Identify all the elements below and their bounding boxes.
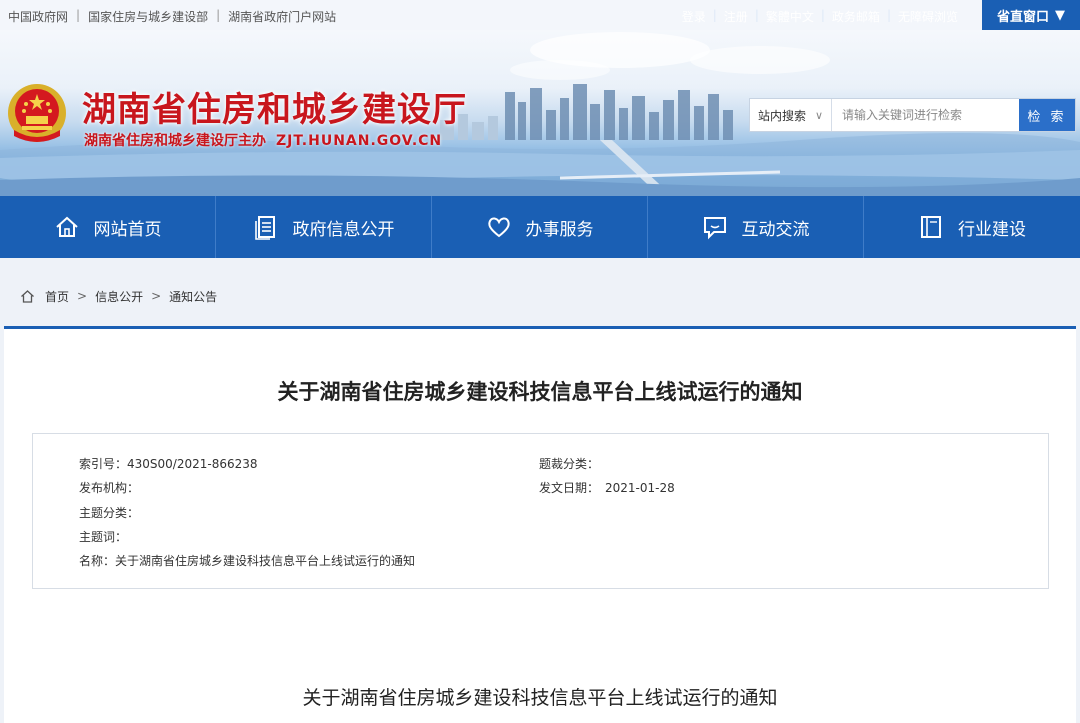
- search-input[interactable]: [832, 99, 1019, 131]
- home-icon: [55, 216, 78, 237]
- meta-index-label: 索引号：: [79, 457, 128, 471]
- province-window-button[interactable]: 省直窗口 ▼: [982, 0, 1080, 30]
- home-icon: [21, 289, 34, 303]
- site-title: 湖南省住房和城乡建设厅: [82, 90, 467, 130]
- search-scope-label: 站内搜索: [758, 108, 807, 123]
- document-metadata-box: 索引号：430S00/2021-866238 题裁分类： 发布机构： 发文日期：…: [32, 433, 1049, 589]
- traditional-chinese-link[interactable]: 繁體中文: [766, 8, 814, 25]
- meta-subject-label: 主题分类：: [79, 506, 140, 520]
- meta-index: 索引号：430S00/2021-866238: [79, 455, 258, 472]
- article-panel: 关于湖南省住房城乡建设科技信息平台上线试运行的通知 索引号：430S00/202…: [4, 326, 1076, 723]
- site-domain: ZJT.HUNAN.GOV.CN: [276, 133, 443, 149]
- separator: |: [886, 8, 891, 22]
- meta-name: 名称：关于湖南省住房城乡建设科技信息平台上线试运行的通知: [79, 552, 415, 569]
- nav-item-label: 办事服务: [525, 219, 594, 240]
- link-gov-cn[interactable]: 中国政府网: [8, 8, 68, 25]
- accessibility-link[interactable]: 无障碍浏览: [898, 8, 958, 25]
- meta-publisher-label: 发布机构：: [79, 481, 140, 495]
- search-scope-select[interactable]: 站内搜索 ∨: [750, 99, 832, 131]
- meta-keyword: 主题词：: [79, 528, 127, 545]
- header-banner: 湖南省住房和城乡建设厅 湖南省住房和城乡建设厅主办 ZJT.HUNAN.GOV.C…: [0, 30, 1080, 196]
- separator: |: [820, 8, 825, 22]
- meta-date-value: 2021-01-28: [605, 481, 675, 495]
- chevron-right-icon: >: [77, 289, 88, 303]
- breadcrumb: 首页 > 信息公开 > 通知公告: [0, 276, 1080, 316]
- book-icon: [921, 216, 941, 238]
- gov-mail-link[interactable]: 政务邮箱: [832, 8, 880, 25]
- document-icon: [254, 216, 275, 240]
- nav-item-home[interactable]: 网站首页: [0, 196, 216, 258]
- meta-name-label: 名称：: [79, 554, 116, 568]
- nav-item-label: 网站首页: [93, 219, 162, 240]
- register-link[interactable]: 注册: [724, 8, 748, 25]
- search-box: 站内搜索 ∨ 检 索: [749, 98, 1076, 132]
- site-subtitle: 湖南省住房和城乡建设厅主办 ZJT.HUNAN.GOV.CN: [84, 130, 442, 150]
- sponsor-text: 湖南省住房和城乡建设厅主办: [84, 133, 266, 149]
- meta-name-value: 关于湖南省住房城乡建设科技信息平台上线试运行的通知: [115, 554, 416, 568]
- nav-item-industry[interactable]: 行业建设: [864, 196, 1080, 258]
- search-button[interactable]: 检 索: [1019, 99, 1075, 131]
- meta-topic-class: 题裁分类：: [539, 455, 599, 472]
- separator: |: [76, 8, 81, 22]
- link-hunan-gov[interactable]: 湖南省政府门户网站: [228, 8, 336, 25]
- top-bar: 中国政府网 | 国家住房与城乡建设部 | 湖南省政府门户网站 登录 | 注册 |…: [0, 0, 1080, 30]
- main-nav: 网站首页 政府信息公开 办事服务 互动交流 行业建设: [0, 196, 1080, 258]
- separator: |: [216, 8, 221, 22]
- nav-item-label: 政府信息公开: [292, 219, 395, 240]
- national-emblem-icon: [8, 84, 66, 142]
- article-title: 关于湖南省住房城乡建设科技信息平台上线试运行的通知: [277, 380, 803, 404]
- external-links: 中国政府网 | 国家住房与城乡建设部 | 湖南省政府门户网站: [8, 8, 336, 25]
- meta-date: 发文日期： 2021-01-28: [539, 479, 675, 496]
- article-body-heading: 关于湖南省住房城乡建设科技信息平台上线试运行的通知: [302, 687, 778, 709]
- meta-date-label: 发文日期：: [539, 481, 600, 495]
- meta-subject: 主题分类：: [79, 504, 139, 521]
- meta-keyword-label: 主题词：: [79, 530, 128, 544]
- breadcrumb-notices[interactable]: 通知公告: [169, 288, 217, 305]
- heart-icon: [487, 217, 510, 238]
- province-window-label: 省直窗口: [996, 9, 1049, 25]
- chevron-right-icon: >: [151, 289, 162, 303]
- chat-icon: [703, 217, 726, 240]
- meta-publisher: 发布机构：: [79, 479, 139, 496]
- nav-item-label: 互动交流: [741, 219, 810, 240]
- user-links: 登录 | 注册 | 繁體中文 | 政务邮箱 | 无障碍浏览: [682, 8, 958, 25]
- nav-item-label: 行业建设: [958, 219, 1026, 240]
- separator: |: [754, 8, 759, 22]
- link-mohurd[interactable]: 国家住房与城乡建设部: [88, 8, 208, 25]
- login-link[interactable]: 登录: [682, 8, 706, 25]
- meta-index-value: 430S00/2021-866238: [127, 457, 258, 471]
- nav-item-services[interactable]: 办事服务: [432, 196, 648, 258]
- breadcrumb-home[interactable]: 首页: [45, 288, 69, 305]
- meta-topic-class-label: 题裁分类：: [539, 457, 600, 471]
- nav-item-interaction[interactable]: 互动交流: [648, 196, 864, 258]
- chevron-down-icon: ∨: [814, 108, 823, 122]
- separator: |: [712, 8, 717, 22]
- nav-item-gov-info[interactable]: 政府信息公开: [216, 196, 432, 258]
- triangle-down-icon: ▼: [1055, 7, 1065, 23]
- breadcrumb-info-public[interactable]: 信息公开: [95, 288, 143, 305]
